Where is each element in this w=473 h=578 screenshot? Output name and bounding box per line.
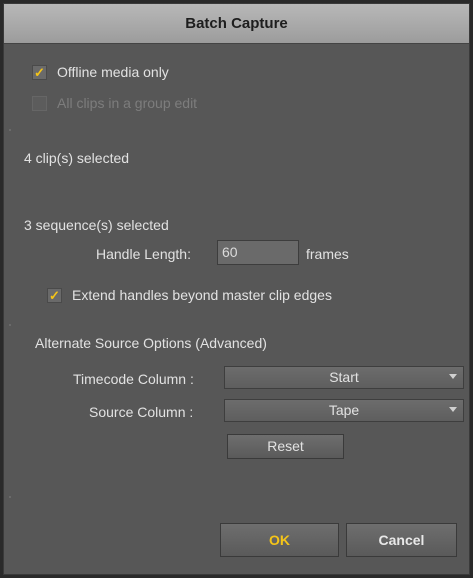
ok-button[interactable]: OK — [220, 523, 339, 557]
chevron-down-icon — [449, 407, 457, 412]
edge-marker — [9, 324, 11, 326]
extend-handles-checkbox[interactable]: ✓ — [47, 288, 62, 303]
checkmark-icon: ✓ — [34, 65, 45, 80]
offline-media-only-label[interactable]: Offline media only — [57, 64, 169, 80]
alternate-source-heading: Alternate Source Options (Advanced) — [35, 335, 267, 351]
reset-button[interactable]: Reset — [227, 434, 344, 459]
edge-marker — [9, 129, 11, 131]
chevron-down-icon — [449, 374, 457, 379]
source-column-value: Tape — [328, 402, 360, 418]
timecode-column-label: Timecode Column : — [73, 371, 194, 387]
handle-length-input[interactable]: 60 — [217, 240, 299, 265]
offline-media-only-checkbox[interactable]: ✓ — [32, 65, 47, 80]
handle-length-unit: frames — [306, 246, 349, 262]
handle-length-label: Handle Length: — [96, 246, 191, 262]
timecode-column-select[interactable]: Start — [224, 366, 464, 389]
source-column-label: Source Column : — [89, 404, 194, 420]
clips-selected-text: 4 clip(s) selected — [24, 150, 130, 166]
batch-capture-dialog: Batch Capture ✓ Offline media only All c… — [3, 3, 470, 575]
edge-marker — [9, 496, 11, 498]
cancel-button[interactable]: Cancel — [346, 523, 457, 557]
dialog-title: Batch Capture — [4, 4, 469, 44]
extend-handles-label[interactable]: Extend handles beyond master clip edges — [72, 287, 332, 303]
source-column-select[interactable]: Tape — [224, 399, 464, 422]
sequences-selected-text: 3 sequence(s) selected — [24, 217, 169, 233]
checkmark-icon: ✓ — [49, 288, 60, 303]
timecode-column-value: Start — [329, 369, 359, 385]
all-clips-group-edit-checkbox[interactable] — [32, 96, 47, 111]
all-clips-group-edit-label: All clips in a group edit — [57, 95, 198, 111]
